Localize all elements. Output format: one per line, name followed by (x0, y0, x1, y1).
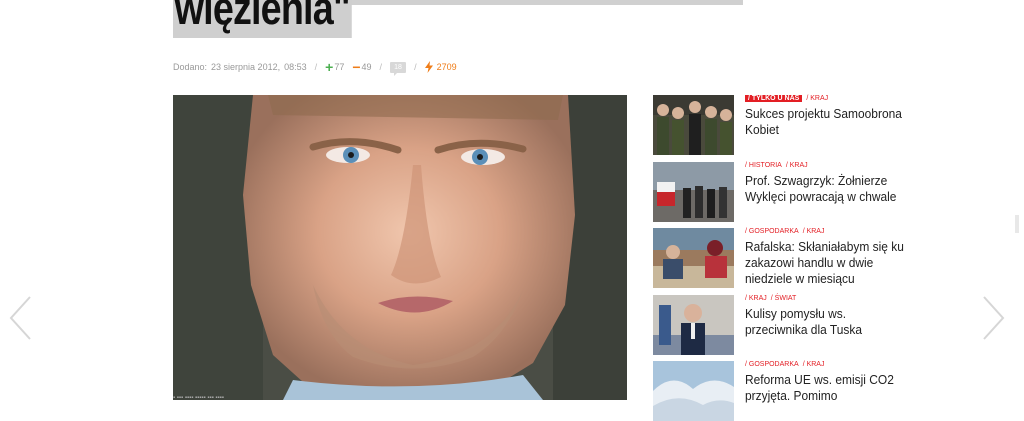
article-thumbnail[interactable] (653, 162, 734, 222)
page-title: więzienia" (173, 0, 352, 38)
meta-separator: / (379, 62, 383, 72)
tag[interactable]: / HISTORIA (745, 162, 782, 169)
comment-count: 18 (394, 63, 402, 71)
added-label: Dodano: (173, 62, 208, 72)
tag[interactable]: / GOSPODARKA (745, 361, 799, 368)
article-tags: / KRAJ / ŚWIAT (745, 295, 796, 302)
article-tags: / GOSPODARKA / KRAJ (745, 361, 824, 368)
article-title[interactable]: Reforma UE ws. emisji CO2 przyjęta. Pomi… (745, 372, 909, 404)
article-tags: / GOSPODARKA / KRAJ (745, 228, 824, 235)
meta-separator: / (414, 62, 417, 72)
article-title[interactable]: Rafalska: Skłaniałabym się ku zakazowi h… (745, 239, 909, 287)
tag[interactable]: / ŚWIAT (771, 295, 797, 302)
minus-icon: − (352, 59, 361, 75)
article-thumbnail[interactable] (653, 361, 734, 421)
vote-up-button[interactable]: + 77 (325, 59, 344, 75)
chevron-left-icon[interactable] (8, 295, 32, 341)
article-meta: Dodano: 23 sierpnia 2012, 08:53 / + 77 −… (173, 58, 457, 76)
list-item[interactable]: / KRAJ / ŚWIAT Kulisy pomysłu ws. przeci… (653, 295, 923, 355)
added-time: 08:53 (284, 62, 307, 72)
plus-icon: + (325, 59, 334, 75)
list-item[interactable]: / HISTORIA / KRAJ Prof. Szwagrzyk: Żołni… (653, 162, 923, 222)
scrollbar-marker[interactable] (1015, 215, 1019, 233)
article-thumbnail[interactable] (653, 228, 734, 288)
article-title[interactable]: Kulisy pomysłu ws. przeciwnika dla Tuska (745, 306, 909, 338)
meta-separator: / (314, 62, 318, 72)
list-item[interactable]: / GOSPODARKA / KRAJ Reforma UE ws. emisj… (653, 361, 923, 421)
article-thumbnail[interactable] (653, 295, 734, 355)
list-item[interactable]: / GOSPODARKA / KRAJ Rafalska: Skłaniałab… (653, 228, 923, 288)
list-item[interactable]: / TYLKO U NAS / KRAJ Sukces projektu Sam… (653, 95, 923, 155)
article-tags: / TYLKO U NAS / KRAJ (745, 95, 828, 102)
views-count: 2709 (436, 62, 457, 72)
tag[interactable]: / KRAJ (803, 361, 825, 368)
article-tags: / HISTORIA / KRAJ (745, 162, 808, 169)
tag[interactable]: / KRAJ (786, 162, 808, 169)
vote-up-count: 77 (334, 62, 345, 72)
article-title[interactable]: Sukces projektu Samoobrona Kobiet (745, 106, 909, 138)
tag[interactable]: / KRAJ (806, 95, 828, 102)
vote-down-button[interactable]: − 49 (352, 59, 371, 75)
article-main-image (173, 95, 627, 400)
tag[interactable]: / KRAJ (745, 295, 767, 302)
comment-icon[interactable]: 18 (390, 61, 407, 76)
image-caption: ▪ ▪▪▪ ▪▪▪▪ ▪▪▪▪▪ ▪▪▪ ▪▪▪▪ (173, 395, 224, 401)
views-counter: 2709 (424, 61, 457, 73)
added-date: 23 sierpnia 2012, (211, 62, 281, 72)
article-title[interactable]: Prof. Szwagrzyk: Żołnierze Wyklęci powra… (745, 173, 909, 205)
tag[interactable]: / GOSPODARKA (745, 228, 799, 235)
tag[interactable]: / KRAJ (803, 228, 825, 235)
article-thumbnail[interactable] (653, 95, 734, 155)
chevron-right-icon[interactable] (982, 295, 1006, 341)
vote-down-count: 49 (361, 62, 372, 72)
tag[interactable]: / TYLKO U NAS (745, 95, 803, 102)
bolt-icon (424, 61, 433, 73)
